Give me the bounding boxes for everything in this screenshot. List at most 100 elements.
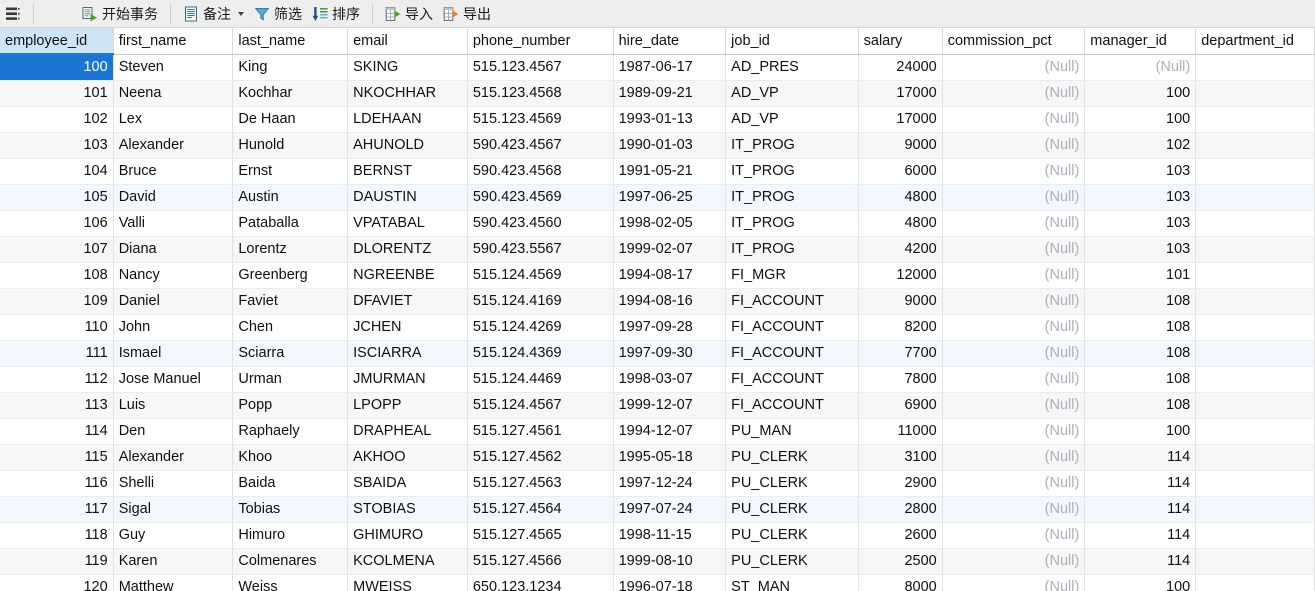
cell-department_id[interactable] — [1195, 236, 1315, 263]
cell-email[interactable]: DFAVIET — [347, 288, 468, 315]
cell-employee_id[interactable]: 106 — [0, 210, 114, 237]
cell-job_id[interactable]: FI_MGR — [725, 262, 859, 289]
cell-first_name[interactable]: Alexander — [113, 132, 234, 159]
cell-hire_date[interactable]: 1997-07-24 — [613, 496, 727, 523]
cell-job_id[interactable]: FI_ACCOUNT — [725, 366, 859, 393]
cell-employee_id[interactable]: 111 — [0, 340, 114, 367]
cell-last_name[interactable]: Ernst — [232, 158, 349, 185]
cell-last_name[interactable]: Himuro — [232, 522, 349, 549]
cell-manager_id[interactable]: 108 — [1084, 366, 1197, 393]
cell-email[interactable]: GHIMURO — [347, 522, 468, 549]
cell-first_name[interactable]: David — [113, 184, 234, 211]
cell-salary[interactable]: 9000 — [858, 132, 943, 159]
column-header-job_id[interactable]: job_id — [725, 28, 859, 55]
cell-commission_pct[interactable]: (Null) — [942, 392, 1086, 419]
table-row[interactable]: 100 Steven King SKING 515.123.4567 1987-06-17… — [0, 54, 1315, 81]
cell-last_name[interactable]: Khoo — [232, 444, 349, 471]
cell-commission_pct[interactable]: (Null) — [942, 522, 1086, 549]
hamburger-list-icon[interactable] — [0, 0, 26, 27]
cell-salary[interactable]: 8000 — [858, 574, 943, 591]
cell-phone_number[interactable]: 650.123.1234 — [467, 574, 614, 591]
cell-phone_number[interactable]: 590.423.4560 — [467, 210, 614, 237]
cell-salary[interactable]: 24000 — [858, 54, 943, 81]
cell-first_name[interactable]: Bruce — [113, 158, 234, 185]
cell-email[interactable]: AKHOO — [347, 444, 468, 471]
cell-salary[interactable]: 6900 — [858, 392, 943, 419]
cell-department_id[interactable] — [1195, 340, 1315, 367]
cell-job_id[interactable]: IT_PROG — [725, 210, 859, 237]
cell-salary[interactable]: 2500 — [858, 548, 943, 575]
cell-last_name[interactable]: Greenberg — [232, 262, 349, 289]
cell-last_name[interactable]: Weiss — [232, 574, 349, 591]
cell-department_id[interactable] — [1195, 314, 1315, 341]
cell-hire_date[interactable]: 1997-09-28 — [613, 314, 727, 341]
cell-last_name[interactable]: De Haan — [232, 106, 349, 133]
cell-job_id[interactable]: FI_ACCOUNT — [725, 288, 859, 315]
column-header-commission_pct[interactable]: commission_pct — [942, 28, 1086, 55]
cell-salary[interactable]: 2900 — [858, 470, 943, 497]
table-row[interactable]: 101 Neena Kochhar NKOCHHAR 515.123.4568 1989-… — [0, 80, 1315, 107]
cell-manager_id[interactable]: 114 — [1084, 496, 1197, 523]
cell-department_id[interactable] — [1195, 184, 1315, 211]
table-row[interactable]: 107 Diana Lorentz DLORENTZ 590.423.5567 1999-… — [0, 236, 1315, 263]
cell-first_name[interactable]: Den — [113, 418, 234, 445]
cell-salary[interactable]: 17000 — [858, 106, 943, 133]
cell-last_name[interactable]: Chen — [232, 314, 349, 341]
cell-phone_number[interactable]: 515.124.4567 — [467, 392, 614, 419]
cell-phone_number[interactable]: 515.127.4566 — [467, 548, 614, 575]
cell-employee_id-selected[interactable]: 100 — [0, 54, 114, 81]
cell-last_name[interactable]: Faviet — [232, 288, 349, 315]
cell-salary[interactable]: 11000 — [858, 418, 943, 445]
cell-department_id[interactable] — [1195, 366, 1315, 393]
data-grid[interactable]: employee_id first_name last_name email phone… — [0, 28, 1315, 591]
cell-last_name[interactable]: Raphaely — [232, 418, 349, 445]
cell-email[interactable]: SKING — [347, 54, 468, 81]
cell-department_id[interactable] — [1195, 574, 1315, 591]
begin-transaction-button[interactable]: 开始事务 — [77, 2, 163, 26]
cell-first_name[interactable]: Jose Manuel — [113, 366, 234, 393]
column-header-employee_id[interactable]: employee_id — [0, 28, 114, 55]
cell-job_id[interactable]: PU_MAN — [725, 418, 859, 445]
cell-hire_date[interactable]: 1987-06-17 — [613, 54, 727, 81]
cell-hire_date[interactable]: 1999-02-07 — [613, 236, 727, 263]
cell-department_id[interactable] — [1195, 158, 1315, 185]
cell-employee_id[interactable]: 114 — [0, 418, 114, 445]
cell-department_id[interactable] — [1195, 132, 1315, 159]
cell-employee_id[interactable]: 113 — [0, 392, 114, 419]
cell-employee_id[interactable]: 109 — [0, 288, 114, 315]
cell-job_id[interactable]: FI_ACCOUNT — [725, 392, 859, 419]
cell-last_name[interactable]: Pataballa — [232, 210, 349, 237]
cell-department_id[interactable] — [1195, 496, 1315, 523]
cell-phone_number[interactable]: 590.423.4567 — [467, 132, 614, 159]
table-row[interactable]: 112 Jose Manuel Urman JMURMAN 515.124.4469 19… — [0, 366, 1315, 393]
cell-email[interactable]: DAUSTIN — [347, 184, 468, 211]
cell-salary[interactable]: 2800 — [858, 496, 943, 523]
column-header-phone_number[interactable]: phone_number — [467, 28, 614, 55]
cell-salary[interactable]: 2600 — [858, 522, 943, 549]
cell-email[interactable]: DRAPHEAL — [347, 418, 468, 445]
cell-hire_date[interactable]: 1997-09-30 — [613, 340, 727, 367]
cell-phone_number[interactable]: 515.127.4562 — [467, 444, 614, 471]
cell-department_id[interactable] — [1195, 262, 1315, 289]
cell-commission_pct[interactable]: (Null) — [942, 314, 1086, 341]
cell-manager_id[interactable]: 103 — [1084, 158, 1197, 185]
table-row[interactable]: 111 Ismael Sciarra ISCIARRA 515.124.4369 1997… — [0, 340, 1315, 367]
cell-salary[interactable]: 17000 — [858, 80, 943, 107]
cell-hire_date[interactable]: 1991-05-21 — [613, 158, 727, 185]
cell-email[interactable]: ISCIARRA — [347, 340, 468, 367]
cell-employee_id[interactable]: 112 — [0, 366, 114, 393]
cell-commission_pct[interactable]: (Null) — [942, 418, 1086, 445]
cell-last_name[interactable]: Kochhar — [232, 80, 349, 107]
cell-manager_id[interactable]: 100 — [1084, 106, 1197, 133]
cell-employee_id[interactable]: 118 — [0, 522, 114, 549]
column-header-salary[interactable]: salary — [858, 28, 943, 55]
cell-first_name[interactable]: Valli — [113, 210, 234, 237]
cell-first_name[interactable]: Diana — [113, 236, 234, 263]
import-button[interactable]: 导入 — [380, 2, 438, 26]
cell-first_name[interactable]: Ismael — [113, 340, 234, 367]
cell-salary[interactable]: 4800 — [858, 184, 943, 211]
cell-salary[interactable]: 8200 — [858, 314, 943, 341]
cell-commission_pct[interactable]: (Null) — [942, 210, 1086, 237]
cell-salary[interactable]: 4200 — [858, 236, 943, 263]
column-header-last_name[interactable]: last_name — [232, 28, 349, 55]
